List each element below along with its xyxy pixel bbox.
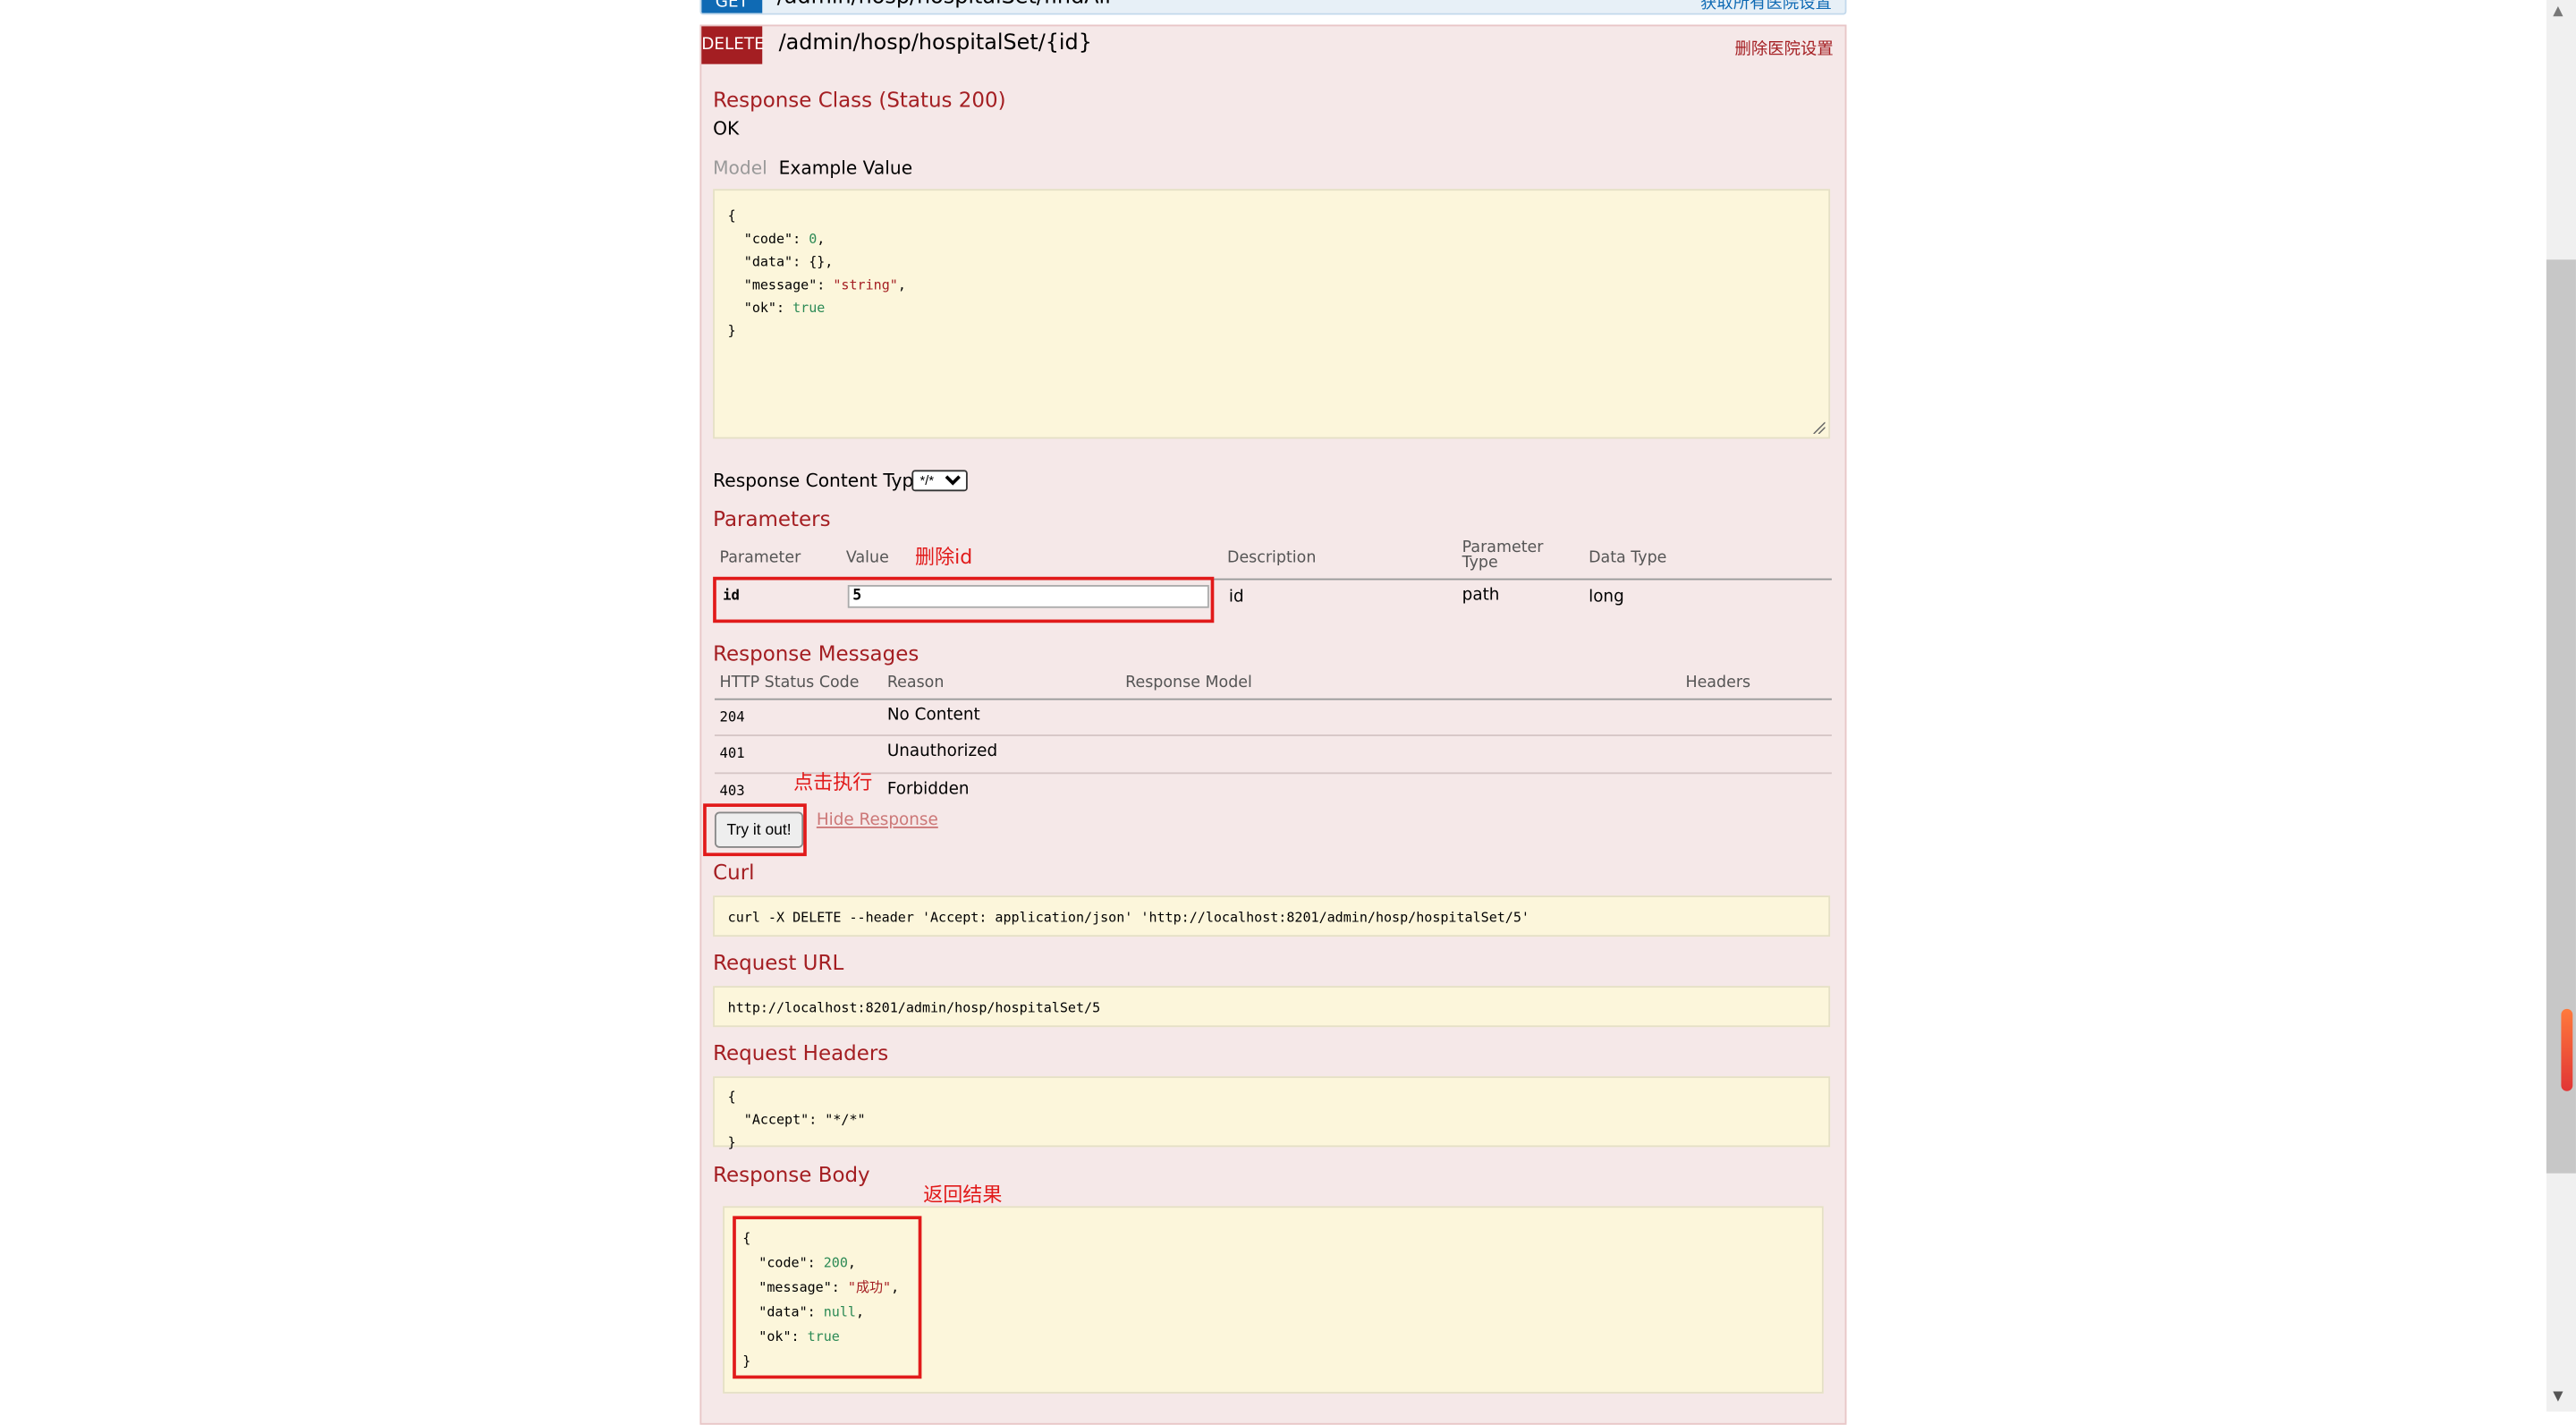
scroll-up-arrow-icon[interactable]: ▲ [2553, 4, 2563, 19]
messages-header-headers: Headers [1685, 674, 1751, 692]
content-type-select[interactable]: */* [911, 470, 968, 492]
request-url-title: Request URL [713, 949, 844, 975]
message-row-code: 204 [719, 709, 745, 726]
delete-operation: DELETE /admin/hosp/hospitalSet/{id} 删除医院… [699, 24, 1847, 1425]
param-id-description: id [1228, 588, 1244, 606]
message-row-reason: Unauthorized [886, 742, 998, 761]
param-header-data-type: Data Type [1589, 548, 1667, 567]
annotation-delete-id: 删除id [915, 545, 973, 569]
param-id-data-type: long [1589, 588, 1624, 606]
example-value-box[interactable]: { "code": 0, "data": {}, "message": "str… [713, 189, 1831, 439]
message-row-code: 403 [719, 784, 745, 801]
curl-command: curl -X DELETE --header 'Accept: applica… [727, 908, 1530, 926]
annotation-return-result: 返回结果 [923, 1183, 1003, 1207]
response-body-title: Response Body [713, 1161, 870, 1187]
annotation-click-execute: 点击执行 [793, 770, 873, 794]
example-line: "data": {}, [743, 252, 834, 270]
param-header-value: Value [845, 548, 889, 567]
annotation-box-try [703, 803, 807, 857]
messages-header-status-code: HTTP Status Code [719, 674, 860, 692]
annotation-box-param [713, 576, 1215, 623]
delete-operation-header[interactable]: DELETE /admin/hosp/hospitalSet/{id} 删除医院… [701, 26, 1844, 64]
example-line: "code": 0, [743, 230, 826, 247]
curl-box[interactable]: curl -X DELETE --header 'Accept: applica… [713, 895, 1831, 937]
param-header-description: Description [1227, 548, 1317, 567]
scroll-down-arrow-icon[interactable]: ▼ [2553, 1388, 2563, 1404]
message-row-reason: No Content [886, 706, 980, 725]
content-type-label: Response Content Type [713, 470, 925, 492]
delete-method-badge[interactable]: DELETE [701, 26, 765, 64]
request-url-box[interactable]: http://localhost:8201/admin/hosp/hospita… [713, 986, 1831, 1028]
request-headers-line: } [727, 1133, 736, 1150]
param-header-type: Parameter Type [1462, 539, 1544, 573]
request-headers-line: "Accept": "*/*" [727, 1110, 866, 1128]
get-operation-path[interactable]: /admin/hosp/hospitalSet/findAll [777, 0, 1111, 10]
annotation-box-response [733, 1216, 922, 1379]
get-operation-summary[interactable]: 获取所有医院设置 [1700, 0, 1832, 13]
delete-operation-path[interactable]: /admin/hosp/hospitalSet/{id} [779, 31, 1092, 56]
tab-example-value[interactable]: Example Value [779, 157, 913, 179]
swagger-page: GET /admin/hosp/hospitalSet/findAll 获取所有… [0, 0, 2576, 1425]
message-row-reason: Forbidden [886, 780, 970, 799]
message-row-divider [714, 734, 1832, 736]
messages-header-response-model: Response Model [1125, 674, 1252, 692]
vertical-scrollbar[interactable]: ▲ ▼ [2546, 0, 2576, 1412]
resize-handle-icon[interactable] [1812, 420, 1826, 434]
hide-response-link[interactable]: Hide Response [817, 811, 938, 829]
example-line: { [727, 207, 736, 224]
messages-header-rule [714, 698, 1832, 700]
response-messages-title: Response Messages [713, 640, 919, 666]
param-id-type: path [1462, 586, 1500, 606]
response-class-title: Response Class (Status 200) [713, 87, 1006, 112]
scroll-position-indicator [2561, 1008, 2573, 1091]
request-headers-line: { [727, 1088, 736, 1105]
param-header-parameter: Parameter [719, 548, 801, 567]
parameters-title: Parameters [713, 505, 831, 531]
get-method-badge: GET [701, 0, 763, 13]
message-row-divider [714, 772, 1832, 775]
message-row-code: 401 [719, 745, 745, 763]
get-operation-header[interactable]: GET /admin/hosp/hospitalSet/findAll 获取所有… [699, 0, 1847, 15]
request-headers-box[interactable]: { "Accept": "*/*" } [713, 1076, 1831, 1150]
delete-operation-summary[interactable]: 删除医院设置 [1735, 35, 1834, 59]
request-url-value: http://localhost:8201/admin/hosp/hospita… [727, 998, 1101, 1016]
curl-title: Curl [713, 859, 755, 885]
example-code-value: 0 [809, 230, 818, 247]
request-headers-title: Request Headers [713, 1039, 889, 1065]
example-line: "ok": true [743, 299, 826, 316]
example-line: } [727, 322, 736, 339]
tab-model[interactable]: Model [713, 157, 767, 179]
example-line: "message": "string", [743, 276, 906, 293]
response-class-value: OK [713, 118, 740, 140]
messages-header-reason: Reason [886, 674, 945, 692]
